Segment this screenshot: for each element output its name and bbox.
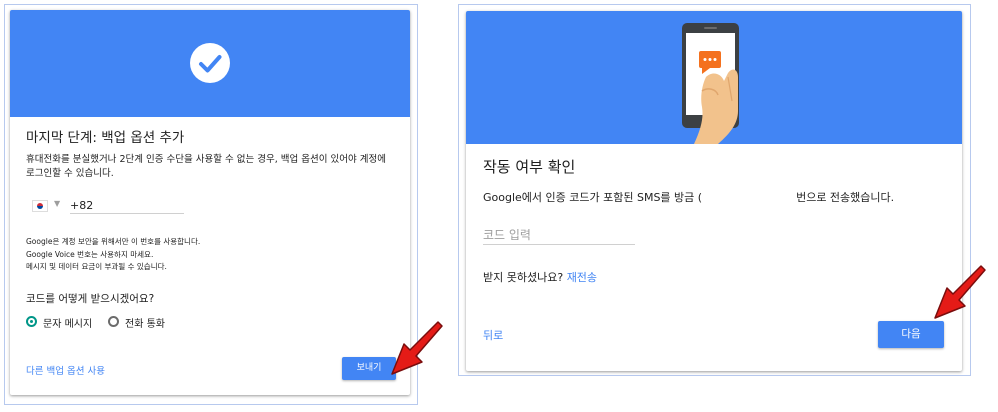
phone-usage-note: Google은 계정 보안을 위해서만 이 번호를 사용합니다. Google …: [26, 236, 200, 274]
note-line: Google Voice 번호는 사용하지 마세요.: [26, 249, 154, 259]
page-title: 작동 여부 확인: [483, 158, 576, 176]
description-text: Google에서 인증 코드가 포함된 SMS를 방금 (: [483, 191, 703, 204]
card-header-banner: [466, 11, 962, 144]
backup-option-card: 마지막 단계: 백업 옵션 추가 휴대전화를 분실했거나 2단계 인증 수단을 …: [10, 10, 410, 395]
verification-code-input[interactable]: [483, 225, 635, 245]
page-title: 마지막 단계: 백업 옵션 추가: [26, 130, 185, 146]
call-radio-label[interactable]: 전화 통화: [125, 315, 165, 330]
call-radio-button[interactable]: [108, 316, 119, 327]
card-header-banner: [10, 10, 410, 117]
check-circle-icon: [190, 43, 230, 83]
not-received-line: 받지 못하셨나요? 재전송: [483, 269, 597, 285]
phone-sms-illustration: [682, 23, 739, 144]
note-line: Google은 계정 보안을 위해서만 이 번호를 사용합니다.: [26, 237, 201, 246]
resend-link[interactable]: 재전송: [567, 271, 597, 284]
verify-code-card: 작동 여부 확인 Google에서 인증 코드가 포함된 SMS를 방금 ( 번으…: [466, 11, 962, 371]
next-button[interactable]: 다음: [878, 321, 944, 348]
other-backup-option-link[interactable]: 다른 백업 옵션 사용: [26, 363, 105, 377]
description-text: 번으로 전송했습니다.: [796, 191, 895, 204]
sms-radio-button[interactable]: [26, 316, 37, 327]
phone-number-input[interactable]: [70, 198, 184, 214]
code-method-question: 코드를 어떻게 받으시겠어요?: [26, 293, 155, 305]
red-arrow-icon: [934, 265, 986, 319]
not-received-text: 받지 못하셨나요?: [483, 271, 564, 284]
redacted-phone-number: [702, 191, 797, 202]
sms-sent-description: Google에서 인증 코드가 포함된 SMS를 방금 ( 번으로 전송했습니다.: [483, 189, 894, 205]
sms-radio-label[interactable]: 문자 메시지: [43, 315, 92, 330]
red-arrow-icon: [391, 321, 443, 375]
back-link[interactable]: 뒤로: [483, 327, 503, 343]
country-dropdown-caret-icon[interactable]: ▼: [54, 199, 60, 208]
note-line: 메시지 및 데이터 요금이 부과될 수 있습니다.: [26, 262, 167, 271]
backup-description: 휴대전화를 분실했거나 2단계 인증 수단을 사용할 수 없는 경우, 백업 옵…: [26, 154, 386, 179]
korea-flag-icon[interactable]: [32, 200, 48, 212]
